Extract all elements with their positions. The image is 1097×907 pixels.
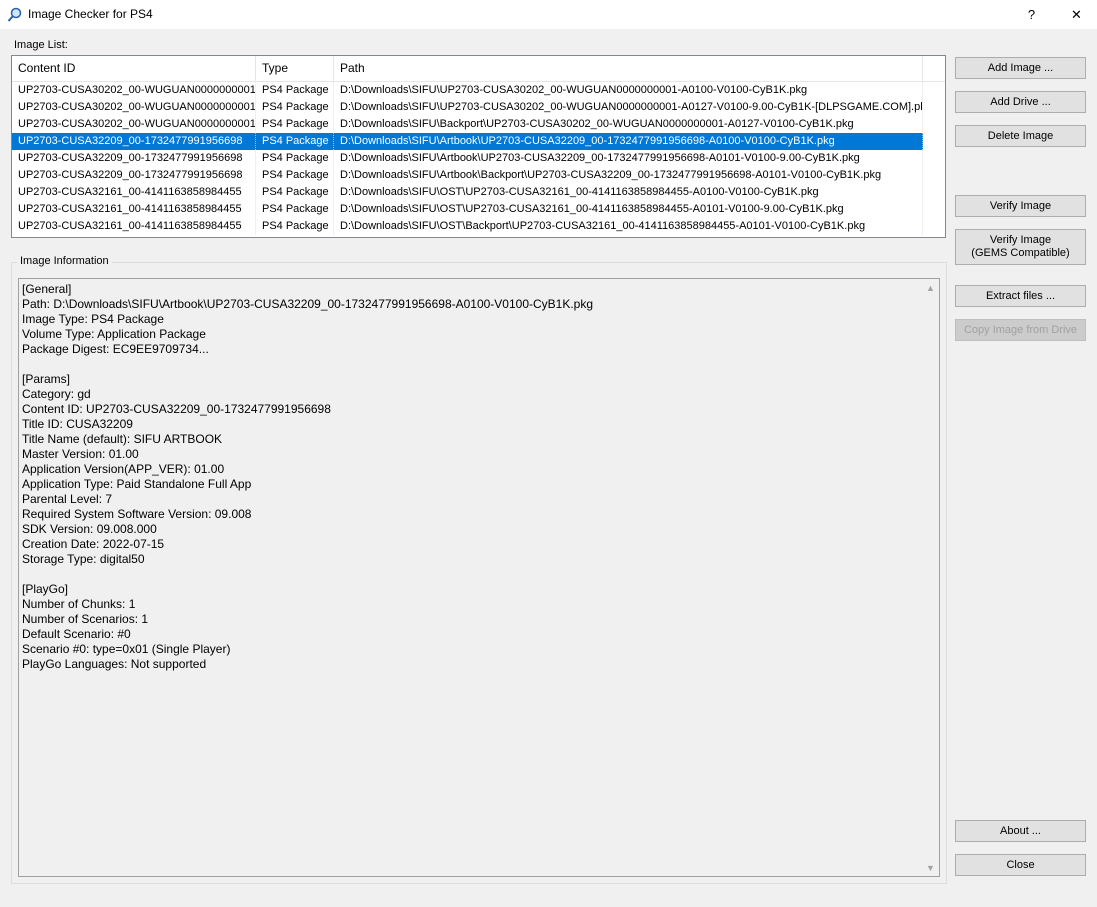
verify-gems-label-line2: (GEMS Compatible) <box>971 247 1070 259</box>
verify-image-button[interactable]: Verify Image <box>955 195 1086 217</box>
info-line: Application Type: Paid Standalone Full A… <box>22 477 252 491</box>
info-line: SDK Version: 09.008.000 <box>22 522 157 536</box>
cell-content-id: UP2703-CUSA32161_00-4141163858984455 <box>12 218 256 235</box>
cell-type: PS4 Package <box>256 99 334 116</box>
cell-content-id: UP2703-CUSA32209_00-1732477991956698 <box>12 167 256 184</box>
about-button[interactable]: About ... <box>955 820 1086 842</box>
info-line: Package Digest: EC9EE9709734... <box>22 342 209 356</box>
table-row[interactable]: UP2703-CUSA32161_00-4141163858984455 PS4 … <box>12 218 923 235</box>
cell-content-id: UP2703-CUSA30202_00-WUGUAN0000000001 <box>12 99 256 116</box>
info-lines: [General] Path: D:\Downloads\SIFU\Artbook… <box>22 282 917 672</box>
info-line: Number of Chunks: 1 <box>22 597 136 611</box>
info-scrollbar[interactable]: ▲ ▼ <box>922 279 939 876</box>
column-header-content-id[interactable]: Content ID <box>12 56 256 81</box>
title-bar: Image Checker for PS4 ? ✕ <box>0 0 1097 29</box>
cell-type: PS4 Package <box>256 218 334 235</box>
close-button[interactable]: Close <box>955 854 1086 876</box>
cell-type: PS4 Package <box>256 82 334 99</box>
info-line: Storage Type: digital50 <box>22 552 145 566</box>
info-line: PlayGo Languages: Not supported <box>22 657 207 671</box>
image-list[interactable]: Content ID Type Path UP2703-CUSA30202_00… <box>11 55 946 238</box>
scroll-up-arrow-icon[interactable]: ▲ <box>922 279 939 296</box>
image-information-label: Image Information <box>17 255 112 267</box>
info-line: Category: gd <box>22 387 91 401</box>
cell-type: PS4 Package <box>256 133 334 150</box>
cell-path: D:\Downloads\SIFU\Artbook\UP2703-CUSA322… <box>334 133 923 150</box>
table-row[interactable]: UP2703-CUSA32209_00-1732477991956698 PS4 … <box>12 133 923 150</box>
info-line: Creation Date: 2022-07-15 <box>22 537 165 551</box>
column-header-filler <box>923 56 945 81</box>
cell-path: D:\Downloads\SIFU\Artbook\Backport\UP270… <box>334 167 923 184</box>
list-header: Content ID Type Path <box>12 56 945 82</box>
cell-path: D:\Downloads\SIFU\UP2703-CUSA30202_00-WU… <box>334 99 923 116</box>
cell-path: D:\Downloads\SIFU\UP2703-CUSA30202_00-WU… <box>334 82 923 99</box>
cell-type: PS4 Package <box>256 150 334 167</box>
cell-content-id: UP2703-CUSA30202_00-WUGUAN0000000001 <box>12 82 256 99</box>
add-image-button[interactable]: Add Image ... <box>955 57 1086 79</box>
window-close-button[interactable]: ✕ <box>1054 0 1097 29</box>
info-line <box>22 357 917 372</box>
table-row[interactable]: UP2703-CUSA30202_00-WUGUAN0000000001 PS4 … <box>12 116 923 133</box>
column-header-path[interactable]: Path <box>334 56 923 81</box>
cell-type: PS4 Package <box>256 184 334 201</box>
cell-content-id: UP2703-CUSA32161_00-4141163858984455 <box>12 201 256 218</box>
copy-image-from-drive-button[interactable]: Copy Image from Drive <box>955 319 1086 341</box>
cell-path: D:\Downloads\SIFU\Backport\UP2703-CUSA30… <box>334 116 923 133</box>
info-line: Image Type: PS4 Package <box>22 312 164 326</box>
cell-path: D:\Downloads\SIFU\OST\Backport\UP2703-CU… <box>334 218 923 235</box>
extract-files-button[interactable]: Extract files ... <box>955 285 1086 307</box>
info-line: Required System Software Version: 09.008 <box>22 507 252 521</box>
add-drive-button[interactable]: Add Drive ... <box>955 91 1086 113</box>
cell-path: D:\Downloads\SIFU\Artbook\UP2703-CUSA322… <box>334 150 923 167</box>
cell-type: PS4 Package <box>256 201 334 218</box>
info-line: Number of Scenarios: 1 <box>22 612 149 626</box>
cell-content-id: UP2703-CUSA32161_00-4141163858984455 <box>12 184 256 201</box>
info-line: [PlayGo] <box>22 582 69 596</box>
info-line: Path: D:\Downloads\SIFU\Artbook\UP2703-C… <box>22 297 594 311</box>
info-line: Default Scenario: #0 <box>22 627 131 641</box>
scroll-down-arrow-icon[interactable]: ▼ <box>922 859 939 876</box>
table-row[interactable]: UP2703-CUSA30202_00-WUGUAN0000000001 PS4 … <box>12 82 923 99</box>
verify-image-gems-button[interactable]: Verify Image (GEMS Compatible) <box>955 229 1086 265</box>
image-list-label: Image List: <box>14 39 68 51</box>
column-header-type[interactable]: Type <box>256 56 334 81</box>
table-row[interactable]: UP2703-CUSA32161_00-4141163858984455 PS4 … <box>12 184 923 201</box>
cell-type: PS4 Package <box>256 116 334 133</box>
info-line: Content ID: UP2703-CUSA32209_00-17324779… <box>22 402 331 416</box>
cell-path: D:\Downloads\SIFU\OST\UP2703-CUSA32161_0… <box>334 184 923 201</box>
cell-content-id: UP2703-CUSA30202_00-WUGUAN0000000001 <box>12 116 256 133</box>
info-line: Application Version(APP_VER): 01.00 <box>22 462 225 476</box>
info-line: [General] <box>22 282 72 296</box>
image-information-text[interactable]: [General] Path: D:\Downloads\SIFU\Artbook… <box>18 278 940 877</box>
table-row[interactable]: UP2703-CUSA32209_00-1732477991956698 PS4 … <box>12 150 923 167</box>
window-title: Image Checker for PS4 <box>28 7 153 21</box>
table-row[interactable]: UP2703-CUSA32161_00-4141163858984455 PS4 … <box>12 201 923 218</box>
cell-content-id: UP2703-CUSA32209_00-1732477991956698 <box>12 133 256 150</box>
info-line: [Params] <box>22 372 71 386</box>
info-line: Master Version: 01.00 <box>22 447 139 461</box>
info-line <box>22 567 917 582</box>
delete-image-button[interactable]: Delete Image <box>955 125 1086 147</box>
info-line: Title ID: CUSA32209 <box>22 417 133 431</box>
cell-type: PS4 Package <box>256 167 334 184</box>
cell-content-id: UP2703-CUSA32209_00-1732477991956698 <box>12 150 256 167</box>
info-line: Volume Type: Application Package <box>22 327 206 341</box>
magnifier-app-icon <box>7 7 22 22</box>
info-line: Parental Level: 7 <box>22 492 113 506</box>
cell-path: D:\Downloads\SIFU\OST\UP2703-CUSA32161_0… <box>334 201 923 218</box>
help-button[interactable]: ? <box>1009 0 1054 29</box>
table-row[interactable]: UP2703-CUSA32209_00-1732477991956698 PS4 … <box>12 167 923 184</box>
info-line: Title Name (default): SIFU ARTBOOK <box>22 432 223 446</box>
table-row[interactable]: UP2703-CUSA30202_00-WUGUAN0000000001 PS4 … <box>12 99 923 116</box>
verify-gems-label-line1: Verify Image <box>989 234 1052 246</box>
info-line: Scenario #0: type=0x01 (Single Player) <box>22 642 231 656</box>
